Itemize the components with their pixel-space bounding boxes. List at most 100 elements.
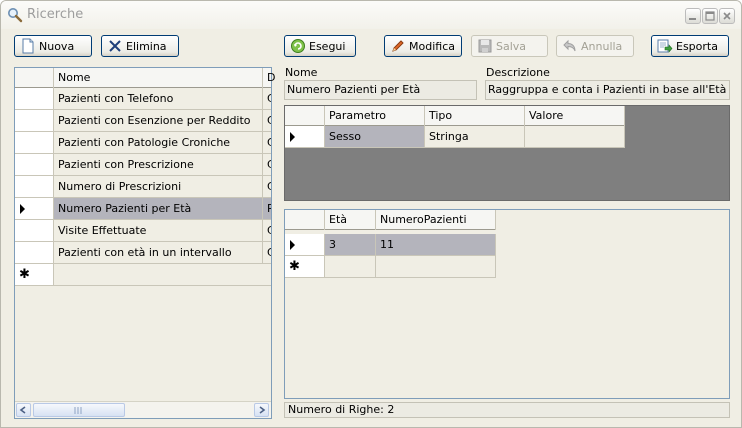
column-header-nome[interactable]: Nome [54,68,263,88]
minimize-button[interactable] [685,8,701,24]
current-row-arrow-icon [290,132,295,142]
query-row-header[interactable] [15,242,54,264]
scroll-thumb[interactable] [33,403,125,417]
save-disk-icon [478,39,492,53]
cell-nome[interactable]: Pazienti con Patologie Croniche [54,132,263,154]
query-row[interactable]: Pazienti con Patologie CronicheC [15,132,271,154]
nome-field[interactable]: Numero Pazienti per Età [284,80,477,100]
new-row-asterisk-icon: ✱ [289,259,300,274]
result-new-row[interactable]: ✱ [285,256,496,278]
modifica-label: Modifica [409,39,455,53]
cell-d[interactable]: C [263,132,271,154]
parameter-row-header[interactable] [285,126,325,148]
close-icon [723,12,731,20]
query-row-header[interactable] [15,220,54,242]
cell-d[interactable]: C [263,220,271,242]
delete-x-icon [109,40,121,52]
cell-nome[interactable]: Pazienti con età in un intervallo [54,242,263,264]
chevron-right-icon [259,406,266,414]
cell-d[interactable]: C [263,110,271,132]
close-button[interactable] [719,8,735,24]
column-header-parametro[interactable]: Parametro [325,106,425,126]
column-header-eta[interactable]: Età [325,210,376,230]
cell-d[interactable]: C [263,88,271,110]
queries-grid[interactable]: Nome D Pazienti con TelefonoCPazienti co… [14,67,275,419]
query-row-header[interactable] [15,110,54,132]
annulla-button[interactable]: Annulla [556,35,634,57]
cell-d[interactable]: R [263,198,271,220]
cell-eta[interactable]: 3 [325,234,376,256]
salva-label: Salva [496,39,527,53]
parameters-grid[interactable]: Parametro Tipo Valore Sesso Stringa [284,105,730,201]
descrizione-field[interactable]: Raggruppa e conta i Pazienti in base all… [485,80,730,100]
magnifier-icon [8,8,23,23]
query-row-header[interactable] [15,198,54,220]
query-row[interactable]: Pazienti con TelefonoC [15,88,271,110]
result-row[interactable]: 3 11 [285,234,496,256]
column-header-tipo[interactable]: Tipo [425,106,525,126]
esegui-button[interactable]: Esegui [284,35,356,57]
results-grid[interactable]: Età NumeroPazienti 3 11 ✱ [284,209,730,399]
nuova-label: Nuova [39,39,75,53]
parameter-row[interactable]: Sesso Stringa [285,126,625,148]
esporta-button[interactable]: Esporta [651,35,729,57]
cell-new-eta[interactable] [325,256,376,278]
column-header-numeropazienti[interactable]: NumeroPazienti [376,210,496,230]
pencil-edit-icon [392,40,404,52]
cell-d[interactable]: C [263,154,271,176]
cell-nome[interactable]: Numero di Prescrizioni [54,176,263,198]
query-row[interactable]: Pazienti con Esenzione per RedditoC [15,110,271,132]
query-row-header[interactable] [15,88,54,110]
cell-valore[interactable] [525,126,625,148]
nome-label: Nome [285,66,318,79]
cell-d[interactable]: C [263,242,271,264]
cell-tipo[interactable]: Stringa [425,126,525,148]
cell-parametro[interactable]: Sesso [325,126,425,148]
cell-new-numeropazienti[interactable] [376,256,496,278]
result-row-header[interactable] [285,234,325,256]
elimina-label: Elimina [126,39,167,53]
param-row-header-corner [285,106,325,126]
query-row-header[interactable] [15,154,54,176]
scroll-right-button[interactable] [254,403,269,417]
nuova-button[interactable]: Nuova [14,35,92,57]
new-document-icon [22,38,34,54]
annulla-label: Annulla [581,39,623,53]
undo-arrow-icon [563,39,576,52]
modifica-button[interactable]: Modifica [384,35,462,57]
scroll-left-button[interactable] [16,403,31,417]
query-row[interactable]: Numero di PrescrizioniC [15,176,271,198]
cell-new-nome[interactable] [54,264,271,286]
query-new-row-header[interactable]: ✱ [15,264,54,286]
column-header-valore[interactable]: Valore [525,106,625,126]
cell-nome[interactable]: Numero Pazienti per Età [54,198,263,220]
horizontal-scrollbar[interactable] [15,401,271,418]
cell-numeropazienti[interactable]: 11 [376,234,496,256]
current-row-arrow-icon [20,204,25,214]
window-title: Ricerche [27,7,84,22]
ricerche-window: Ricerche Nuova Elimina Esegui Modifica S… [0,0,742,428]
elimina-button[interactable]: Elimina [101,35,179,57]
salva-button[interactable]: Salva [471,35,548,57]
grip-icon [74,407,82,414]
title-bar[interactable]: Ricerche [1,1,741,29]
minimize-icon [689,18,696,20]
maximize-button[interactable] [702,8,718,24]
query-row[interactable]: Pazienti con PrescrizioneC [15,154,271,176]
esegui-label: Esegui [309,39,346,53]
cell-nome[interactable]: Visite Effettuate [54,220,263,242]
cell-nome[interactable]: Pazienti con Prescrizione [54,154,263,176]
cell-nome[interactable]: Pazienti con Telefono [54,88,263,110]
result-new-row-header[interactable]: ✱ [285,256,325,278]
query-new-row[interactable]: ✱ [15,264,271,286]
query-row[interactable]: Pazienti con età in un intervalloC [15,242,271,264]
query-row[interactable]: Numero Pazienti per EtàR [15,198,271,220]
query-row-header[interactable] [15,176,54,198]
status-bar: Numero di Righe: 2 [284,402,730,418]
query-row-header[interactable] [15,132,54,154]
queries-grid-header: Nome D [15,68,275,88]
query-row[interactable]: Visite EffettuateC [15,220,271,242]
cell-nome[interactable]: Pazienti con Esenzione per Reddito [54,110,263,132]
column-header-d[interactable]: D [263,68,275,88]
cell-d[interactable]: C [263,176,271,198]
